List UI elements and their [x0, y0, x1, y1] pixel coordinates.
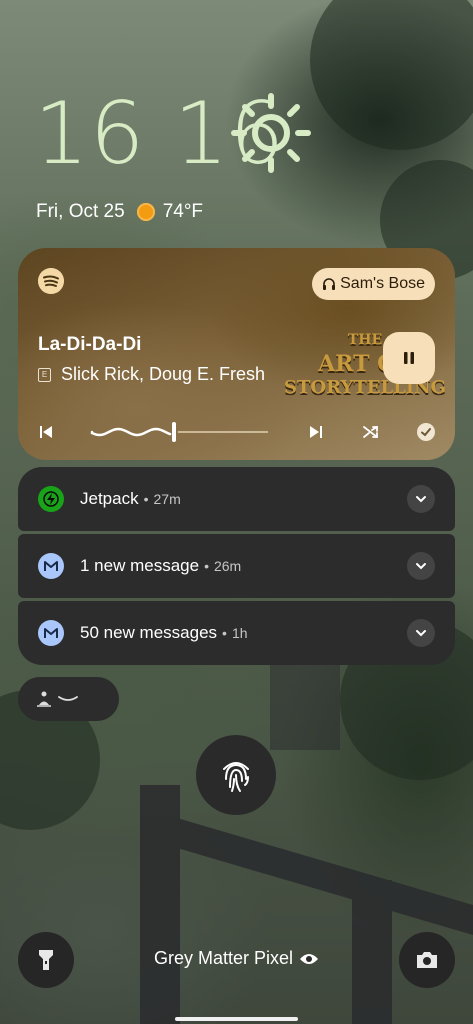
home-gesture-bar[interactable] — [175, 1017, 298, 1021]
notification-title: Jetpack — [80, 489, 139, 508]
camera-icon — [417, 952, 437, 968]
notification-time: 26m — [213, 558, 242, 574]
chevron-down-icon — [416, 563, 426, 570]
jetpack-bolt-icon — [43, 491, 59, 507]
meditation-app-icon — [37, 691, 51, 707]
owner-info-label: Grey Matter Pixel — [153, 948, 294, 968]
artist-names: Slick Rick, Doug E. Fresh — [61, 364, 266, 384]
date-label: Fri, Oct 25 — [36, 201, 125, 222]
notification-overflow-shelf[interactable] — [18, 677, 119, 721]
notification-title: 1 new message — [80, 556, 200, 575]
gmail-app-icon — [38, 620, 64, 646]
sunny-weather-icon — [231, 93, 311, 173]
pause-icon — [404, 352, 414, 364]
fingerprint-unlock-button[interactable] — [196, 735, 276, 815]
chevron-down-icon — [416, 630, 426, 637]
camera-button[interactable] — [399, 932, 455, 988]
chevron-down-icon — [416, 496, 426, 503]
amazon-smile-icon — [58, 696, 78, 701]
previous-track-icon[interactable] — [38, 424, 54, 440]
next-track-icon[interactable] — [308, 424, 324, 440]
expand-button[interactable] — [407, 619, 435, 647]
gmail-m-icon — [44, 561, 58, 571]
artist-row: E Slick Rick, Doug E. Fresh — [38, 364, 265, 385]
media-player-card[interactable]: THE ART OF STORYTELLING Sam's Bose La-Di… — [18, 248, 455, 460]
separator-dot: • — [143, 491, 149, 507]
output-device-chip[interactable]: Sam's Bose — [312, 268, 435, 300]
separator-dot: • — [222, 625, 227, 641]
seek-progress-wave — [90, 427, 172, 437]
notification-jetpack[interactable]: Jetpack • 27m — [18, 467, 455, 531]
output-device-label: Sam's Bose — [340, 275, 425, 292]
notification-list: Jetpack • 27m 1 new message • 26m 50 new… — [18, 467, 455, 668]
date-weather-row[interactable]: Fri, Oct 25 74°F — [36, 200, 203, 224]
expand-button[interactable] — [407, 485, 435, 513]
notification-time: 27m — [153, 491, 181, 507]
saved-check-icon[interactable] — [416, 422, 436, 442]
seek-thumb[interactable] — [172, 422, 176, 442]
separator-dot: • — [204, 558, 209, 574]
weather-condition-icon — [136, 203, 155, 221]
notification-time: 1h — [231, 625, 248, 641]
notification-title: 50 new messages — [80, 623, 218, 642]
expand-button[interactable] — [407, 552, 435, 580]
fingerprint-icon — [223, 762, 249, 792]
eye-icon — [300, 953, 319, 964]
headphones-icon — [323, 278, 336, 290]
seek-bar[interactable] — [90, 420, 270, 444]
media-controls — [18, 418, 455, 446]
temperature-label: 74°F — [162, 201, 204, 222]
track-title: La-Di-Da-Di — [38, 334, 142, 355]
pause-button[interactable] — [383, 332, 435, 384]
jetpack-app-icon — [38, 486, 64, 512]
spotify-icon — [38, 268, 64, 294]
gmail-m-icon — [44, 628, 58, 638]
shuffle-icon[interactable] — [362, 423, 380, 441]
notification-gmail[interactable]: 50 new messages • 1h — [18, 601, 455, 665]
explicit-badge: E — [38, 367, 51, 382]
gmail-app-icon — [38, 553, 64, 579]
notification-gmail[interactable]: 1 new message • 26m — [18, 534, 455, 598]
